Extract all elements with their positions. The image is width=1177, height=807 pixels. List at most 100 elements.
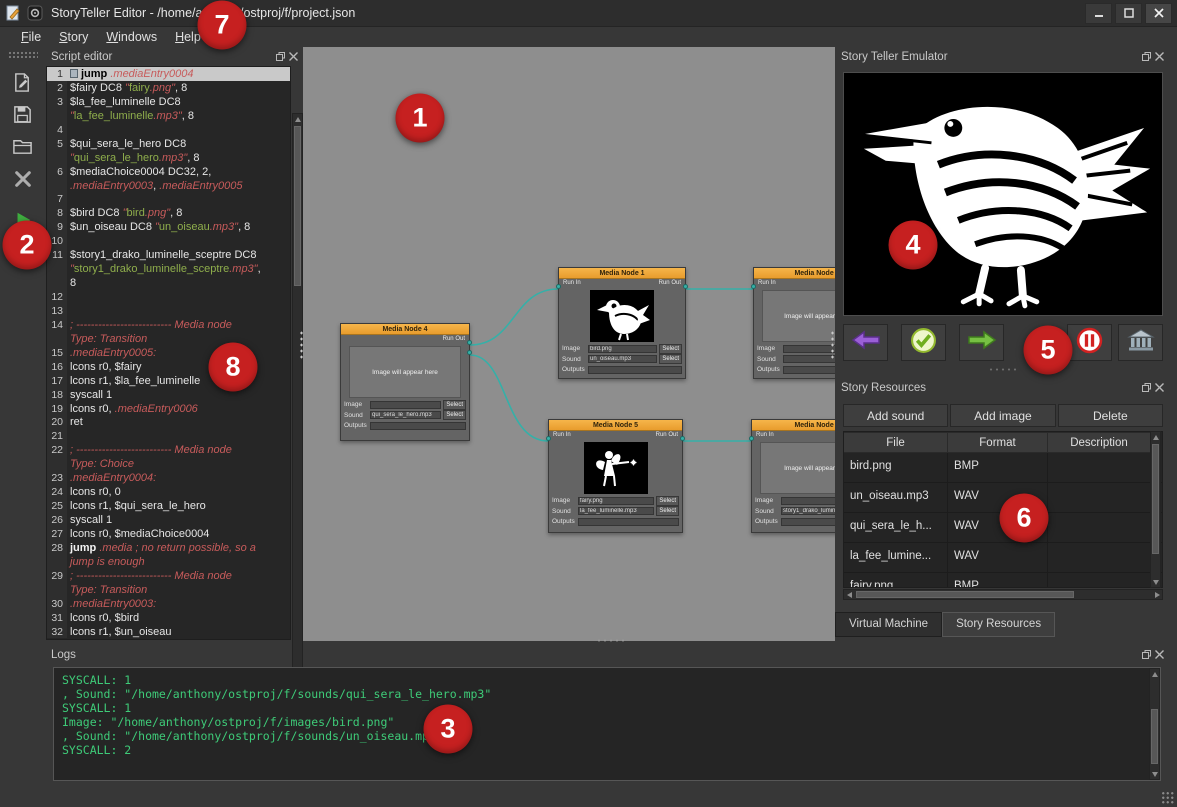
close-project-button[interactable]: [6, 165, 40, 195]
graph-node[interactable]: Media Node 4Run OutImage will appear her…: [340, 323, 470, 441]
delete-button[interactable]: Delete: [1058, 404, 1163, 427]
code-line[interactable]: 14; -------------------------- Media nod…: [47, 318, 290, 332]
home-button[interactable]: [1118, 324, 1163, 361]
close-panel-icon[interactable]: [1155, 383, 1164, 392]
node-field-value[interactable]: [781, 518, 835, 526]
code-line[interactable]: 32lcons r1, $un_oiseau: [47, 625, 290, 639]
resources-table-hscrollbar[interactable]: [843, 589, 1163, 600]
code-line[interactable]: 22; -------------------------- Media nod…: [47, 443, 290, 457]
code-line[interactable]: 25lcons r1, $qui_sera_le_hero: [47, 499, 290, 513]
column-header-format[interactable]: Format: [948, 432, 1048, 453]
menu-file[interactable]: File: [12, 28, 50, 46]
table-row[interactable]: bird.pngBMP: [844, 453, 1162, 483]
node-select-button[interactable]: Select: [659, 344, 682, 354]
code-line[interactable]: jump is enough: [47, 555, 290, 569]
node-select-button[interactable]: Select: [443, 410, 466, 420]
code-line[interactable]: 30.mediaEntry0003:: [47, 597, 290, 611]
node-field-value[interactable]: [783, 355, 835, 363]
code-line[interactable]: 27lcons r0, $mediaChoice0004: [47, 527, 290, 541]
save-button[interactable]: [6, 101, 40, 131]
node-pin-out[interactable]: [467, 340, 472, 345]
float-panel-icon[interactable]: [1142, 52, 1151, 61]
splitter-left-grip[interactable]: [299, 330, 304, 360]
graph-node[interactable]: Media Node 3Run InRun OutImage will appe…: [751, 419, 835, 533]
code-line[interactable]: 12: [47, 290, 290, 304]
code-line[interactable]: 13: [47, 304, 290, 318]
node-pin-in[interactable]: [749, 436, 754, 441]
node-pin-out[interactable]: [467, 350, 472, 355]
code-line[interactable]: 9$un_oiseau DC8 "un_oiseau.mp3", 8: [47, 220, 290, 234]
code-line[interactable]: 2$fairy DC8 "fairy.png", 8: [47, 81, 290, 95]
node-select-button[interactable]: Select: [656, 506, 679, 516]
confirm-button[interactable]: [901, 324, 946, 361]
node-select-button[interactable]: Select: [659, 354, 682, 364]
code-line[interactable]: 24lcons r0, 0: [47, 485, 290, 499]
code-line[interactable]: "qui_sera_le_hero.mp3", 8: [47, 151, 290, 165]
code-line[interactable]: 5$qui_sera_le_hero DC8: [47, 137, 290, 151]
node-pin-in[interactable]: [751, 284, 756, 289]
node-title[interactable]: Media Node 5: [549, 420, 682, 431]
script-editor-vscrollbar[interactable]: [292, 113, 303, 687]
node-title[interactable]: Media Node 4: [341, 324, 469, 335]
node-graph-canvas[interactable]: Media Node 4Run OutImage will appear her…: [303, 47, 835, 641]
code-line[interactable]: 23.mediaEntry0004:: [47, 471, 290, 485]
resources-table-vscrollbar[interactable]: [1150, 431, 1161, 588]
add-sound-button[interactable]: Add sound: [843, 404, 948, 427]
node-pin-in[interactable]: [546, 436, 551, 441]
node-field-value[interactable]: [783, 366, 835, 374]
title-bar[interactable]: StoryTeller Editor - /home/anthony/ostpr…: [0, 0, 1177, 27]
code-line[interactable]: 31lcons r0, $bird: [47, 611, 290, 625]
code-line[interactable]: 10: [47, 234, 290, 248]
table-row[interactable]: fairy.pngBMP: [844, 573, 1162, 588]
node-field-value[interactable]: [588, 366, 682, 374]
float-panel-icon[interactable]: [1142, 650, 1151, 659]
float-panel-icon[interactable]: [276, 52, 285, 61]
node-title[interactable]: Media Node 3: [752, 420, 835, 431]
node-title[interactable]: Media Node 2: [754, 268, 835, 279]
code-line[interactable]: 20ret: [47, 415, 290, 429]
node-field-value[interactable]: [370, 401, 441, 409]
new-script-button[interactable]: [6, 69, 40, 99]
node-field-value[interactable]: bird.png: [588, 345, 657, 353]
menu-windows[interactable]: Windows: [97, 28, 166, 46]
node-field-value[interactable]: [578, 518, 679, 526]
node-select-button[interactable]: Select: [656, 496, 679, 506]
node-field-value[interactable]: un_oiseau.mp3: [588, 355, 657, 363]
close-panel-icon[interactable]: [289, 52, 298, 61]
close-panel-icon[interactable]: [1155, 650, 1164, 659]
column-header-description[interactable]: Description: [1048, 432, 1151, 453]
graph-node[interactable]: Media Node 1Run InRun OutImagebird.pngSe…: [558, 267, 686, 379]
node-field-value[interactable]: story1_drako_luminelle_sceptre.mp3: [781, 507, 835, 515]
table-row[interactable]: la_fee_lumine...WAV: [844, 543, 1162, 573]
logs-output[interactable]: SYSCALL: 1, Sound: "/home/anthony/ostpro…: [53, 667, 1161, 781]
code-line[interactable]: 19lcons r0, .mediaEntry0006: [47, 402, 290, 416]
code-line[interactable]: 11$story1_drako_luminelle_sceptre DC8: [47, 248, 290, 262]
toolbar-grip[interactable]: [8, 51, 38, 58]
code-line[interactable]: 8: [47, 276, 290, 290]
code-line[interactable]: 6$mediaChoice0004 DC32, 2,: [47, 165, 290, 179]
close-button[interactable]: [1145, 3, 1172, 24]
maximize-button[interactable]: [1115, 3, 1142, 24]
code-line[interactable]: 18syscall 1: [47, 388, 290, 402]
node-pin-out[interactable]: [683, 284, 688, 289]
resize-grip[interactable]: [1161, 791, 1174, 804]
add-image-button[interactable]: Add image: [950, 404, 1055, 427]
float-panel-icon[interactable]: [1142, 383, 1151, 392]
minimize-button[interactable]: [1085, 3, 1112, 24]
node-field-value[interactable]: [781, 497, 835, 505]
code-line[interactable]: 7: [47, 192, 290, 206]
node-pin-in[interactable]: [556, 284, 561, 289]
code-line[interactable]: Type: Transition: [47, 583, 290, 597]
code-editor[interactable]: 1jump .mediaEntry00042$fairy DC8 "fairy.…: [46, 66, 291, 640]
forward-button[interactable]: [959, 324, 1004, 361]
logs-vscrollbar[interactable]: [1149, 668, 1160, 780]
graph-node[interactable]: Media Node 5Run InRun OutImagefairy.pngS…: [548, 419, 683, 533]
back-button[interactable]: [843, 324, 888, 361]
menu-story[interactable]: Story: [50, 28, 97, 46]
close-panel-icon[interactable]: [1155, 52, 1164, 61]
splitter-bottom-grip[interactable]: [596, 638, 626, 643]
code-line[interactable]: .mediaEntry0003, .mediaEntry0005: [47, 179, 290, 193]
pause-button[interactable]: [1067, 324, 1112, 361]
node-field-value[interactable]: fairy.png: [578, 497, 654, 505]
code-line[interactable]: Type: Choice: [47, 457, 290, 471]
